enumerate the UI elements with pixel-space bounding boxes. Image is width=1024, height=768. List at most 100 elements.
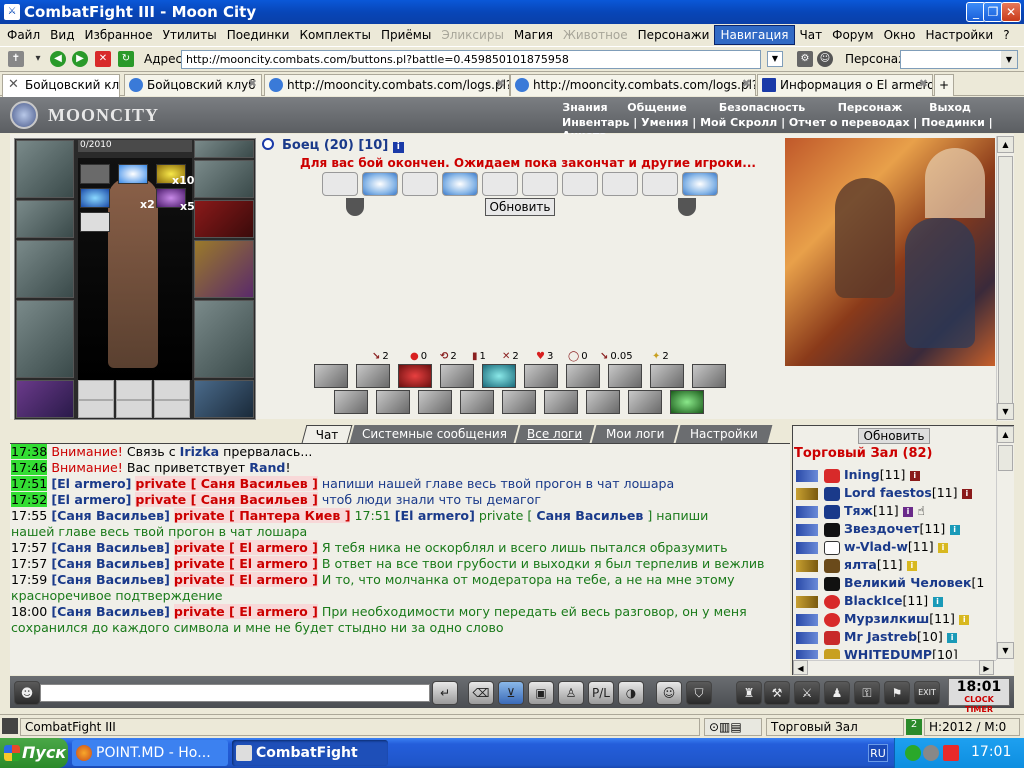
private-message-icon[interactable] [796, 649, 818, 659]
flag-icon[interactable]: ⚑ [884, 681, 910, 705]
private-message-icon[interactable] [796, 613, 818, 626]
menu-animal[interactable]: Животное [558, 26, 633, 44]
people-icon[interactable]: ☺ [817, 51, 833, 67]
chat-nick[interactable]: Саня Васильев [57, 540, 164, 555]
skill-slot[interactable] [334, 390, 368, 414]
skill-slot[interactable] [586, 390, 620, 414]
chat-nick[interactable]: Саня Васильев [57, 572, 164, 587]
user-item[interactable]: Великий Человек[1 [796, 575, 984, 591]
chat-nick[interactable]: Саня Васильев [57, 604, 164, 619]
user-item[interactable]: BlackIce[11] i [796, 593, 943, 609]
game-scrollbar[interactable]: ▲ ▼ [996, 136, 1014, 421]
tab-system-messages[interactable]: Системные сообщения [349, 425, 519, 443]
start-button[interactable]: Пуск [0, 738, 68, 768]
tab-combat-club-2[interactable]: Бойцовский клуб ✖ [124, 74, 262, 96]
new-tab-button[interactable]: + [934, 74, 954, 96]
info-icon[interactable]: i [909, 470, 920, 481]
scroll-slot[interactable] [522, 172, 558, 196]
empty-slot[interactable] [154, 400, 190, 418]
refresh-battle-button[interactable]: Обновить [485, 198, 555, 216]
scroll-slot[interactable] [402, 172, 438, 196]
empty-slot[interactable] [116, 400, 152, 418]
character-select[interactable]: ▼ [900, 50, 1018, 69]
bracer-slot[interactable] [16, 200, 74, 238]
scroll-up-icon[interactable]: ▲ [997, 426, 1014, 443]
shield-slot[interactable] [194, 240, 254, 298]
task-combatfight[interactable]: CombatFight [232, 740, 388, 766]
smiley-head-icon[interactable]: ☻ [14, 681, 40, 705]
rings-slot[interactable] [194, 160, 254, 198]
skill-slot[interactable] [314, 364, 348, 388]
chat-recipient[interactable]: Саня Васильев [201, 492, 308, 507]
menu-help[interactable]: ? [998, 26, 1014, 44]
info-icon[interactable]: i [961, 488, 972, 499]
chevron-down-icon[interactable]: ▼ [1001, 51, 1017, 68]
chat-nick[interactable]: El armero [57, 476, 126, 491]
menu-utilities[interactable]: Утилиты [158, 26, 222, 44]
skill-slot[interactable] [398, 364, 432, 388]
skill-slot[interactable] [628, 390, 662, 414]
address-input[interactable]: http://mooncity.combats.com/buttons.pl?b… [181, 50, 761, 69]
inventory-item[interactable] [118, 164, 148, 184]
chat-recipient[interactable]: El armero [239, 572, 308, 587]
menu-navigation[interactable]: Навигация [714, 25, 795, 45]
save-icon[interactable]: ▣ [528, 681, 554, 705]
chat-nick[interactable]: Саня Васильев [57, 556, 164, 571]
go-icon[interactable]: ⚙ [797, 51, 813, 67]
tab-chat-settings[interactable]: Настройки [675, 425, 773, 443]
speech-icon[interactable]: ◑ [618, 681, 644, 705]
fighter-name[interactable]: Боец (20) [10] [282, 138, 388, 153]
close-icon[interactable]: ✕ [8, 77, 19, 92]
skill-slot[interactable] [502, 390, 536, 414]
skill-slot[interactable] [418, 390, 452, 414]
chat-recipient[interactable]: Саня Васильев [536, 508, 643, 523]
chat-nick[interactable]: Саня Васильев [57, 508, 164, 523]
menu-settings[interactable]: Настройки [920, 26, 998, 44]
menu-forum[interactable]: Форум [827, 26, 878, 44]
menu-window[interactable]: Окно [879, 26, 921, 44]
runner-icon[interactable]: ♙ [558, 681, 584, 705]
scroll-slot[interactable] [562, 172, 598, 196]
skill-slot[interactable] [356, 364, 390, 388]
skill-slot[interactable] [650, 364, 684, 388]
info-icon[interactable]: i [932, 596, 943, 607]
chat-recipient[interactable]: El armero [239, 604, 308, 619]
menu-sets[interactable]: Комплекты [294, 26, 376, 44]
private-message-icon[interactable] [796, 487, 818, 500]
back-icon[interactable]: ◀ [50, 51, 66, 67]
skill-slot[interactable] [460, 390, 494, 414]
pin-icon[interactable]: ✝ [8, 51, 24, 67]
user-item[interactable]: WHITEDUMP[10] [796, 647, 958, 659]
tab-my-logs[interactable]: Мои логи [591, 425, 679, 443]
nav-security[interactable]: Безопасность [712, 101, 812, 114]
forward-icon[interactable]: ▶ [72, 51, 88, 67]
chat-nick[interactable]: El armero [401, 508, 470, 523]
chat-input[interactable] [40, 684, 430, 702]
scroll-slot[interactable] [442, 172, 478, 196]
private-message-icon[interactable] [796, 523, 818, 536]
sub-navigation[interactable]: Инвентарь | Умения | Мой Скролл | Отчет … [562, 116, 1024, 142]
menu-elixirs[interactable]: Эликсиры [436, 26, 509, 44]
tab-logs-1[interactable]: http://mooncity.combats.com/logs.pl?l...… [264, 74, 510, 96]
scroll-slot[interactable] [482, 172, 518, 196]
language-indicator[interactable]: RU [868, 744, 888, 762]
user-item[interactable]: Звездочет[11] i [796, 521, 960, 537]
info-icon[interactable]: i [947, 632, 958, 643]
fight-icon[interactable]: ⚔ [794, 681, 820, 705]
chat-recipient[interactable]: Саня Васильев [201, 476, 308, 491]
close-icon[interactable]: ✖ [496, 77, 505, 90]
skill-slot[interactable] [608, 364, 642, 388]
nav-communication[interactable]: Общение [622, 101, 692, 114]
exit-icon[interactable]: EXIT [914, 681, 940, 705]
info-icon[interactable]: i [937, 542, 948, 553]
chat-nick[interactable]: Irizka [180, 444, 219, 459]
scroll-slot[interactable] [362, 172, 398, 196]
send-icon[interactable]: ↵ [432, 681, 458, 705]
skill-slot[interactable] [524, 364, 558, 388]
dropdown-arrow-icon[interactable]: ▾ [30, 51, 46, 67]
user-item[interactable]: w-Vlad-w[11] i [796, 539, 948, 555]
refresh-list-button[interactable]: Обновить [858, 428, 930, 444]
user-item[interactable]: Тяж[11] i ☝ [796, 503, 925, 519]
user-item[interactable]: Мурзилкиш[11] i [796, 611, 970, 627]
empty-slot[interactable] [116, 380, 152, 400]
